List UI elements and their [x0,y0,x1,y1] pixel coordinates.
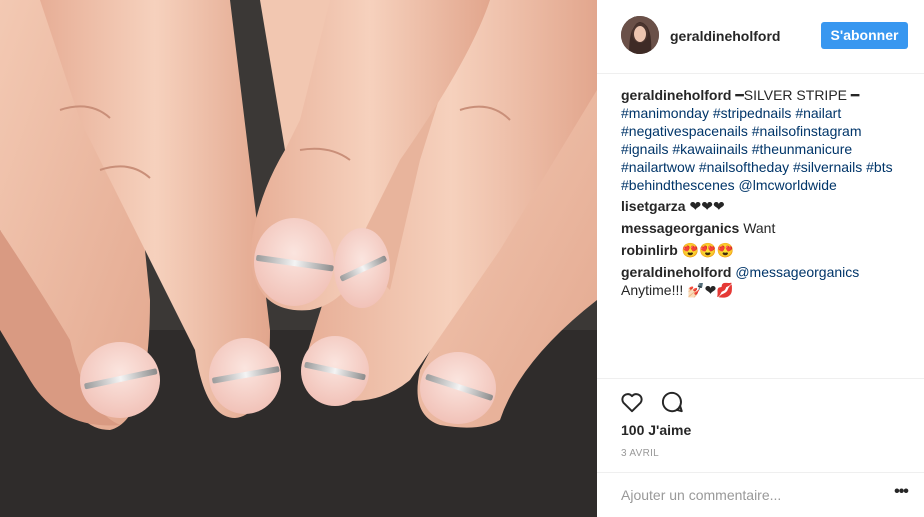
caption-hashtags[interactable]: #nailartwow #nailsoftheday #silvernails … [621,159,893,175]
avatar[interactable] [621,16,659,54]
comment-text: Anytime!!! 💅🏻❤💋 [621,282,734,298]
post-date[interactable]: 3 AVRIL [621,448,659,459]
comment-list: geraldineholford ━SILVER STRIPE ━ #manim… [621,86,911,303]
nail-art-photo [0,0,597,517]
comment-author[interactable]: geraldineholford [621,264,731,280]
add-comment-bar: ••• [597,472,924,517]
caption: geraldineholford ━SILVER STRIPE ━ #manim… [621,86,911,194]
comment-text: Want [743,220,776,236]
comment-text: 😍😍😍 [681,242,734,258]
follow-button[interactable]: S'abonner [821,22,908,49]
comment-mention[interactable]: @messageorganics [735,264,859,280]
caption-hashtags[interactable]: #behindthescenes @lmcworldwide [621,177,837,193]
comment-bubble-icon[interactable] [659,389,685,415]
post-header: geraldineholford S'abonner [597,0,924,74]
comment-text: ❤❤❤ [689,198,725,214]
comment-item: lisetgarza ❤❤❤ [621,197,911,215]
profile-photo-icon [621,16,659,54]
comment-item: robinlirb 😍😍😍 [621,241,911,259]
post-sidebar: geraldineholford S'abonner geraldineholf… [597,0,924,517]
caption-title: ━SILVER STRIPE ━ [735,87,860,103]
caption-hashtags[interactable]: #negativespacenails #nailsofinstagram [621,123,861,139]
caption-hashtags[interactable]: #ignails #kawaiinails #theunmanicure [621,141,852,157]
comment-item: geraldineholford @messageorganics Anytim… [621,263,911,299]
post-photo[interactable] [0,0,597,517]
comment-author[interactable]: messageorganics [621,220,739,236]
header-username[interactable]: geraldineholford [670,28,780,44]
more-options-icon[interactable]: ••• [891,484,911,505]
caption-author[interactable]: geraldineholford [621,87,731,103]
comment-input[interactable] [621,485,871,505]
heart-icon[interactable] [619,389,645,415]
action-bar [597,378,924,413]
comment-item: messageorganics Want [621,219,911,237]
caption-hashtags[interactable]: #manimonday #stripednails #nailart [621,105,841,121]
comment-author[interactable]: robinlirb [621,242,678,258]
comment-author[interactable]: lisetgarza [621,198,686,214]
likes-count[interactable]: 100 J'aime [621,422,691,438]
